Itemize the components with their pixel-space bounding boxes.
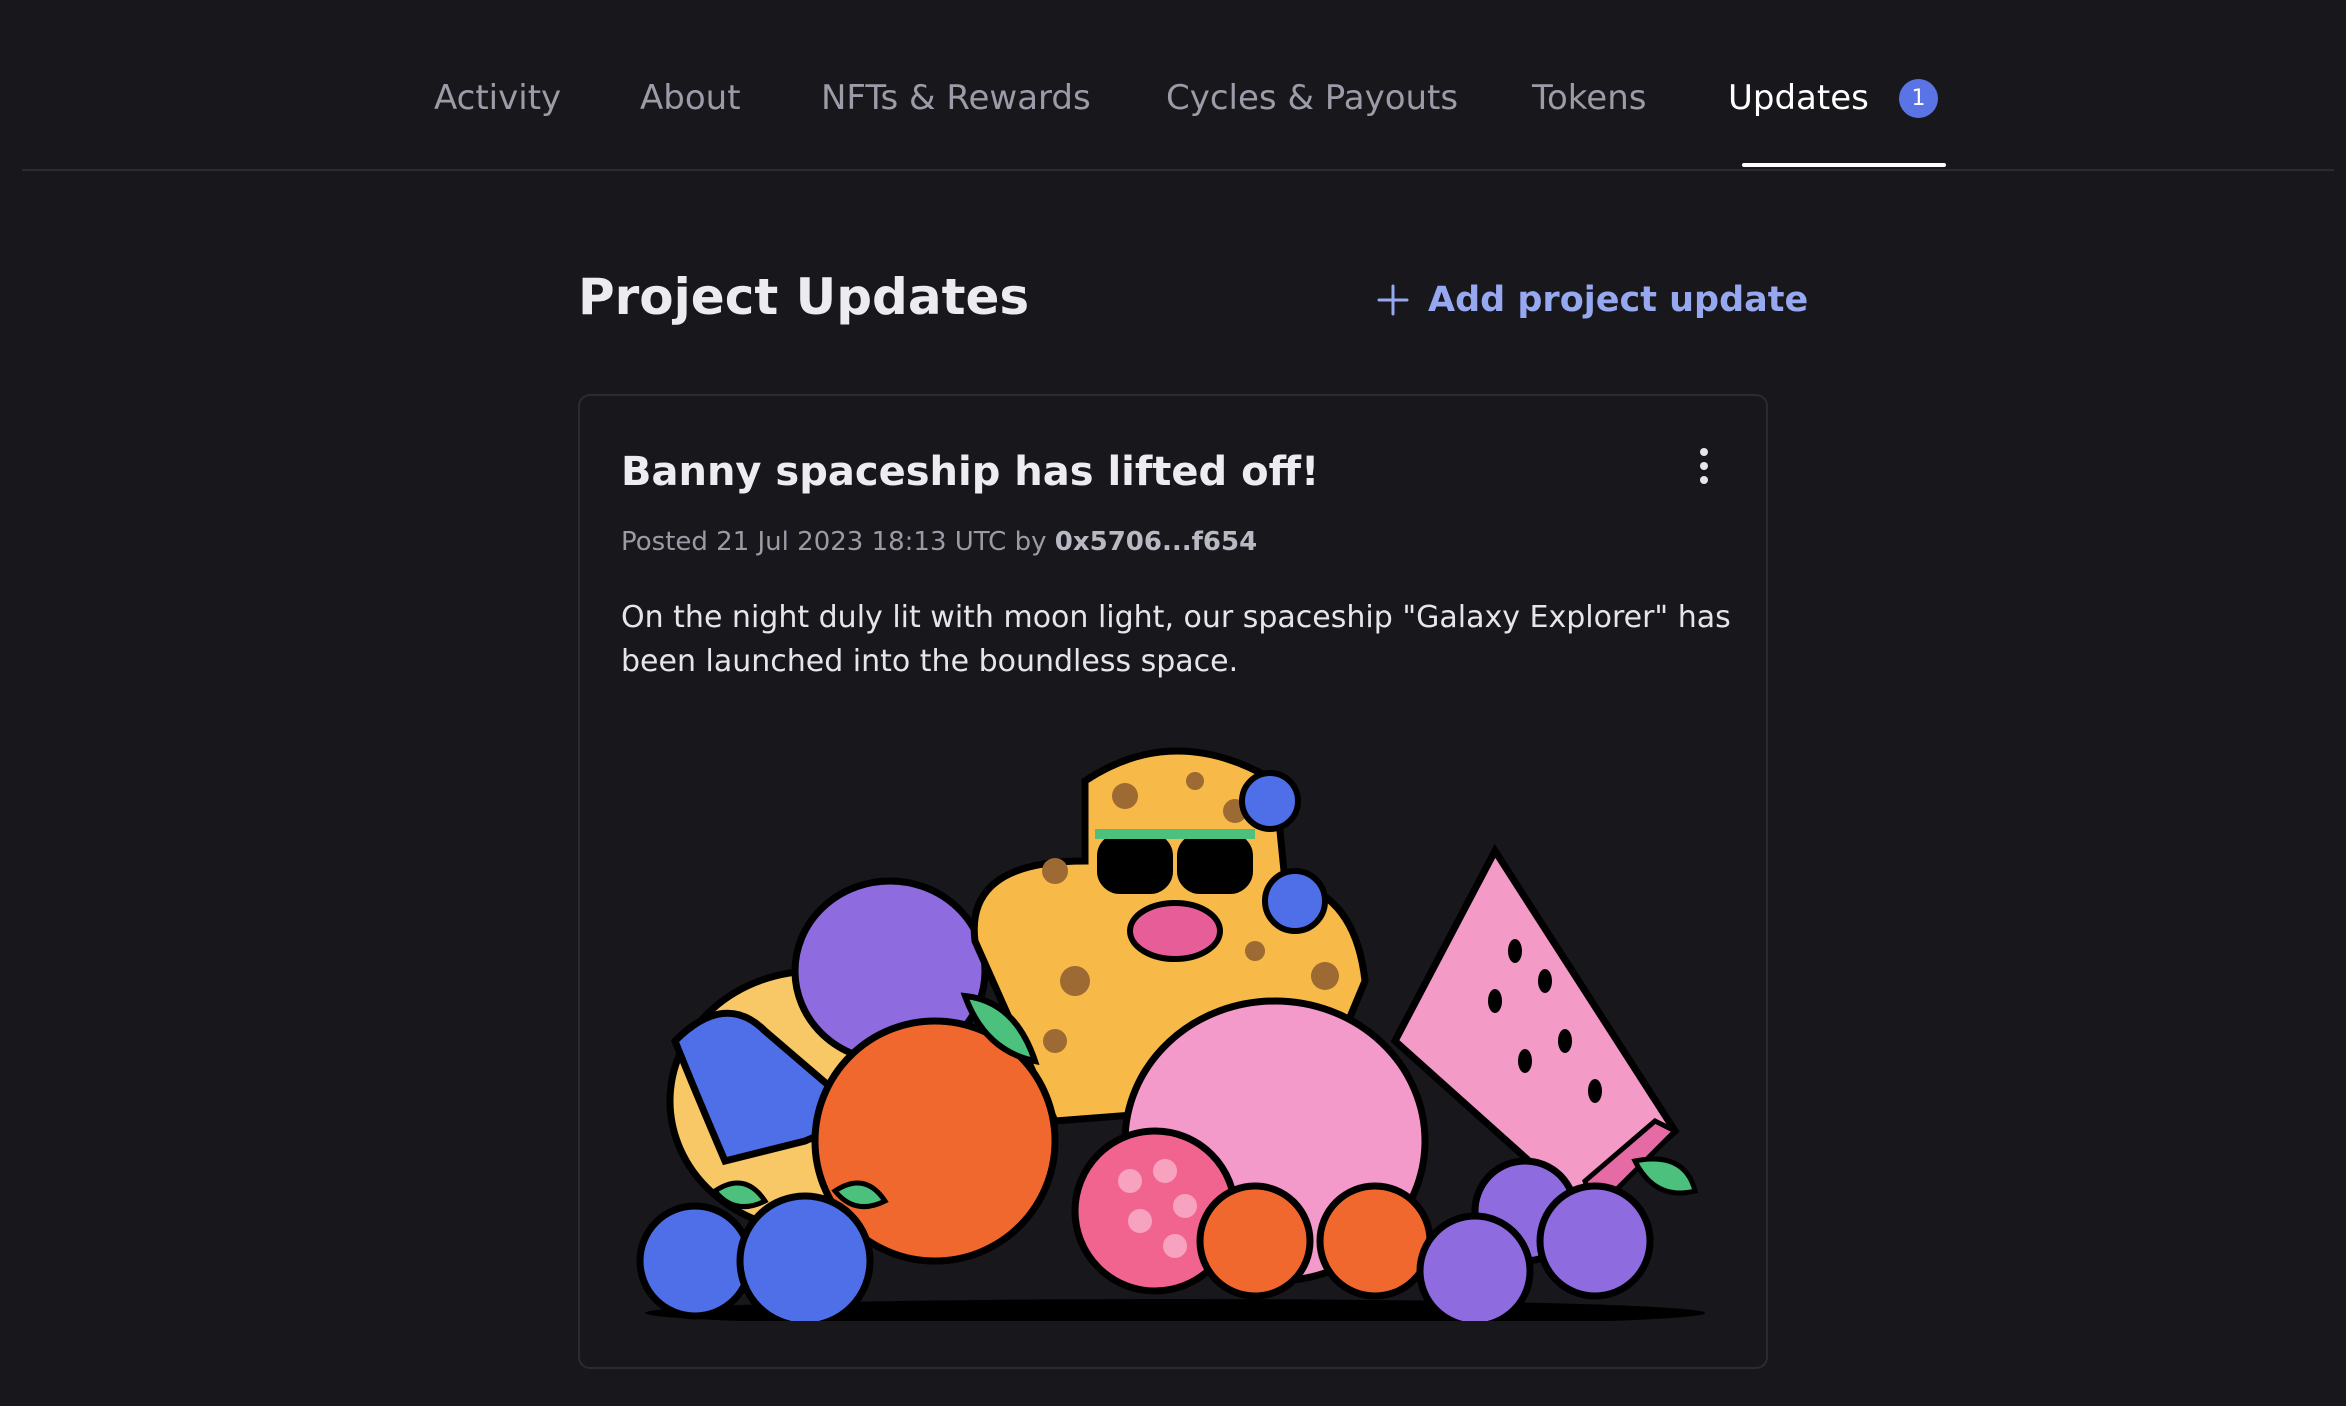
tab-updates[interactable]: Updates bbox=[1728, 78, 1869, 118]
update-body: On the night duly lit with moon light, o… bbox=[621, 600, 1731, 679]
page-title: Project Updates bbox=[578, 268, 1030, 326]
update-card: Banny spaceship has lifted off! Posted 2… bbox=[578, 394, 1768, 1369]
update-title: Banny spaceship has lifted off! bbox=[621, 449, 1320, 495]
add-project-update-button[interactable]: Add project update bbox=[1376, 280, 1808, 320]
more-vertical-icon[interactable] bbox=[1692, 446, 1716, 486]
tab-tokens[interactable]: Tokens bbox=[1532, 78, 1646, 118]
tab-about[interactable]: About bbox=[640, 78, 741, 118]
project-tabs: Activity About NFTs & Rewards Cycles & P… bbox=[22, 0, 2334, 171]
add-project-update-label: Add project update bbox=[1428, 280, 1809, 320]
author-address[interactable]: 0x5706...f654 bbox=[1055, 527, 1257, 557]
updates-count-badge: 1 bbox=[1899, 79, 1938, 118]
update-meta: Posted 21 Jul 2023 18:13 UTC by 0x5706..… bbox=[621, 527, 1257, 557]
tab-nfts-rewards[interactable]: NFTs & Rewards bbox=[821, 78, 1091, 118]
tab-cycles-payouts[interactable]: Cycles & Payouts bbox=[1166, 78, 1458, 118]
plus-icon bbox=[1377, 284, 1409, 316]
active-tab-indicator bbox=[1742, 163, 1946, 167]
fruit-pile-illustration bbox=[636, 747, 1705, 1321]
posted-info: Posted 21 Jul 2023 18:13 UTC by bbox=[621, 527, 1047, 557]
tab-activity[interactable]: Activity bbox=[434, 78, 561, 118]
